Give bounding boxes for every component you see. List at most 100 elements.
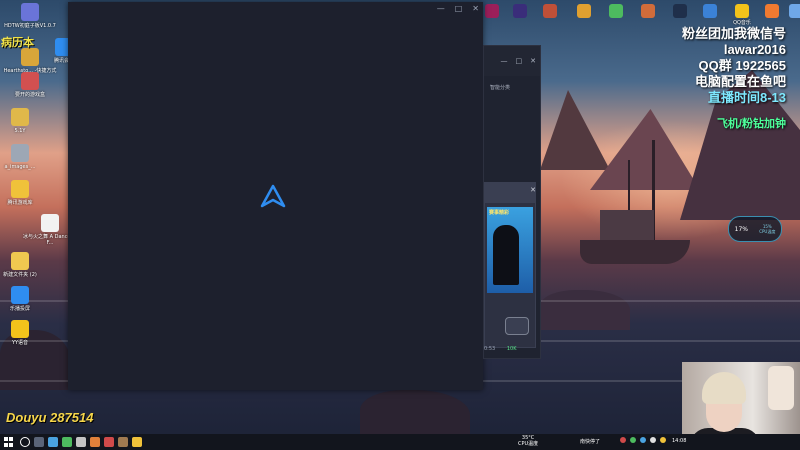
tencent-games-icon [11, 180, 29, 198]
status-time: 0:53 [484, 346, 496, 352]
boat-cabin [600, 210, 654, 242]
banner-person-image [493, 225, 519, 285]
desktop-icon[interactable] [538, 4, 562, 18]
desktop-icon[interactable] [760, 4, 784, 18]
desktop-icon-label: YY语音 [11, 340, 29, 346]
desktop-icon[interactable] [572, 4, 596, 18]
tray-icon[interactable] [630, 437, 636, 443]
boat-mast-small [628, 160, 630, 216]
app3-icon [703, 4, 717, 18]
desktop-icon[interactable] [668, 4, 692, 18]
cpu-temp-label: CPU温度 [518, 441, 539, 447]
desktop-icon[interactable] [604, 4, 628, 18]
cpu-percent: 17% [734, 225, 748, 233]
game-icon [543, 4, 557, 18]
maximize-button[interactable]: □ [455, 4, 463, 13]
file-icon [41, 214, 59, 232]
window-controls: — □ ✕ [501, 57, 537, 65]
cpu-temp-indicator: 35°C CPU温度 [518, 435, 538, 447]
banner-tag: 赛事精彩 [489, 210, 510, 216]
tray-icon[interactable] [650, 437, 656, 443]
desktop-icon[interactable]: 5.1Y [0, 108, 48, 134]
app2-icon [641, 4, 655, 18]
background-figure [768, 366, 794, 410]
steam-icon [673, 4, 687, 18]
desktop-icon[interactable] [480, 4, 504, 18]
play-button[interactable] [505, 317, 529, 335]
system-tray [620, 437, 666, 443]
smart-category-button[interactable]: 智能分类 [490, 84, 510, 91]
promo-line: lawar2016 [723, 42, 786, 57]
minimize-button[interactable]: — [501, 57, 508, 65]
popup-close-button[interactable]: ✕ [530, 186, 536, 194]
close-button[interactable]: ✕ [472, 4, 479, 13]
app-icon [21, 3, 39, 21]
close-button[interactable]: ✕ [530, 57, 536, 65]
desktop-icon[interactable] [508, 4, 532, 18]
tray-icon[interactable] [620, 437, 626, 443]
taskbar-app-icon[interactable] [48, 437, 58, 447]
wechat-icon[interactable] [62, 437, 72, 447]
desktop-icon-label: 新建文件夹 (2) [3, 272, 37, 278]
qqmusic-icon [735, 4, 749, 18]
tray-icon[interactable] [660, 437, 666, 443]
mountain-left [540, 90, 610, 170]
app5-icon [789, 4, 800, 18]
popup-header [485, 183, 535, 203]
desktop-icon-label: HDTW初庭子板V1.0.7 [4, 23, 56, 29]
desktop-icon[interactable]: YY语音 [0, 320, 48, 346]
task-view-icon[interactable] [34, 437, 44, 447]
status-bar: 0:53 10K [484, 346, 516, 352]
desktop-icon[interactable]: HDTW初庭子板V1.0.7 [2, 3, 58, 29]
taskbar-app-icon[interactable] [132, 437, 142, 447]
tray-icon[interactable] [640, 437, 646, 443]
boat-hull [580, 240, 690, 264]
folder-icon [11, 108, 29, 126]
yy-icon [11, 320, 29, 338]
promo-line: QQ群 1922565 [698, 58, 786, 73]
desktop-icon[interactable] [636, 4, 660, 18]
promo-line: 粉丝团加我微信号 [681, 26, 786, 41]
popup-panel: 赛事精彩 [484, 182, 536, 348]
cpu-monitor-widget[interactable]: 17% 15% CPU温度 [728, 216, 782, 242]
desktop-icon[interactable]: 新建文件夹 (2) [0, 252, 48, 278]
desktop-icon[interactable] [698, 4, 722, 18]
tray-notification-text[interactable]: 南快停了 [580, 438, 600, 445]
wechat-icon [609, 4, 623, 18]
rocks-center [360, 390, 470, 440]
desktop-icon[interactable]: QQ音乐 [730, 4, 754, 26]
taskbar: 35°C CPU温度 南快停了 14:08 [0, 434, 800, 450]
desktop-icon[interactable]: a_images_... [0, 144, 48, 170]
desktop-icon-label: a_images_... [4, 164, 36, 170]
clock[interactable]: 14:08 [672, 438, 686, 444]
start-button[interactable] [4, 437, 14, 447]
maximize-button[interactable]: □ [516, 57, 523, 65]
rocks-right [540, 290, 630, 330]
game-box-icon [21, 72, 39, 90]
new-folder-icon [11, 252, 29, 270]
status-value: 10K [506, 346, 517, 352]
launcher-window[interactable]: — □ ✕ [68, 2, 483, 390]
desktop-icon[interactable]: 要开的游戏盒 [2, 72, 58, 98]
image-icon [11, 144, 29, 162]
desktop-icon-label: 乐播投屏 [9, 306, 30, 312]
taskbar-app-icon[interactable] [76, 437, 86, 447]
pr-icon [485, 4, 499, 18]
taskbar-app-icon[interactable] [90, 437, 100, 447]
pr2-icon [513, 4, 527, 18]
taskbar-app-icon[interactable] [118, 437, 128, 447]
desktop-icon-label: 要开的游戏盒 [14, 92, 45, 98]
desktop-icon[interactable]: 乐播投屏 [0, 286, 48, 312]
promo-banner[interactable]: 赛事精彩 [487, 207, 533, 293]
taskbar-app-icon[interactable] [104, 437, 114, 447]
minimize-button[interactable]: — [437, 4, 445, 13]
window-controls: — □ ✕ [437, 4, 479, 13]
search-icon[interactable] [20, 437, 30, 447]
douyu-watermark: Douyu 287514 [6, 410, 94, 425]
cpu-sub-label: CPU温度 [759, 229, 776, 234]
desktop-icon[interactable] [784, 4, 800, 18]
secondary-window[interactable]: — □ ✕ 智能分类 赛事精彩 ✕ 0:53 10K [483, 45, 541, 359]
app4-icon [765, 4, 779, 18]
overlay-left-label: 病历本 [1, 36, 34, 49]
desktop-icon[interactable]: 腾讯游戏库 [0, 180, 48, 206]
